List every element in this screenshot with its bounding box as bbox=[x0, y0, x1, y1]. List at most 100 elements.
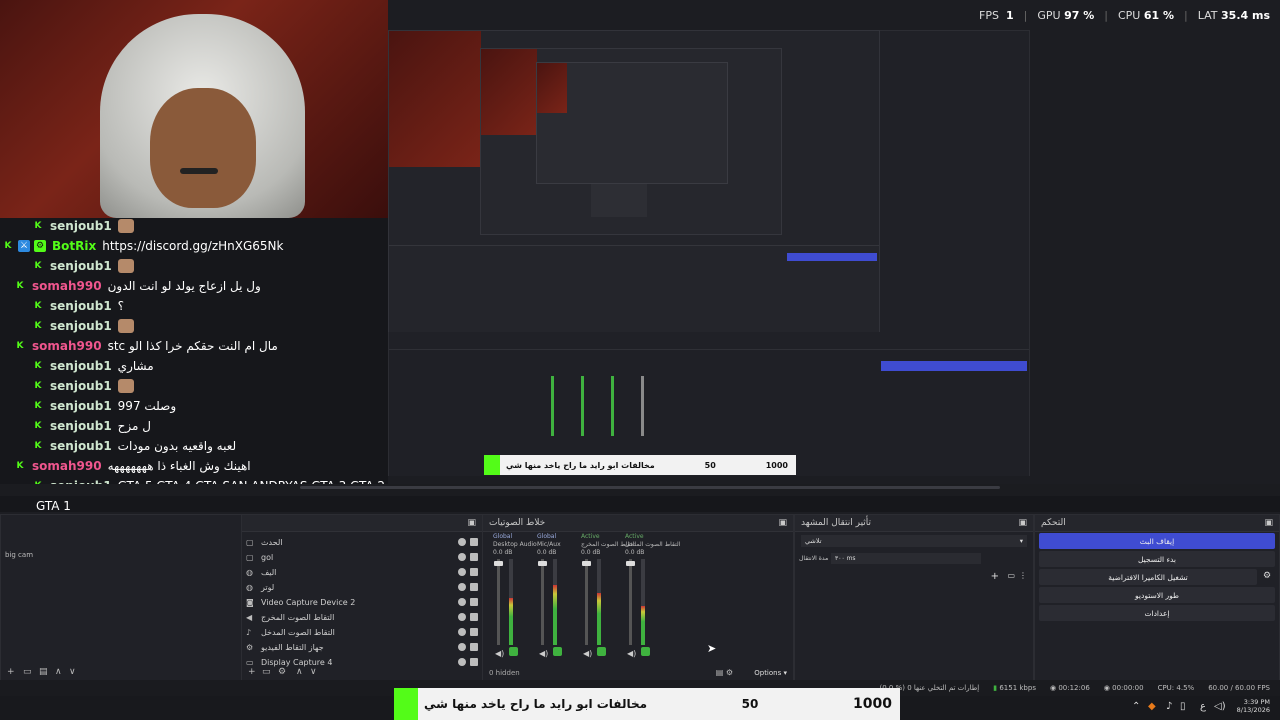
gear-icon: ⚙ bbox=[246, 642, 254, 652]
chat-username[interactable]: senjoub1 bbox=[50, 419, 112, 433]
settings-icon[interactable]: ⚙ bbox=[278, 667, 286, 677]
nested-ticker-message: مخالفات ابو رايد ما راح ياخد منها شي bbox=[506, 460, 655, 470]
visibility-eye-icon[interactable] bbox=[458, 628, 466, 636]
add-source-icon[interactable]: + bbox=[248, 667, 256, 677]
visibility-eye-icon[interactable] bbox=[458, 598, 466, 606]
volume-fader[interactable] bbox=[497, 559, 500, 645]
taskbar-clock[interactable]: 3:39 PM 8/13/2026 bbox=[1237, 698, 1270, 714]
source-label: لوتر bbox=[261, 582, 275, 592]
source-item[interactable]: ◙ Video Capture Device 2 bbox=[246, 595, 478, 609]
fader-knob[interactable] bbox=[538, 561, 547, 566]
tray-chevron-icon[interactable]: ⌃ bbox=[1132, 701, 1140, 712]
lock-icon[interactable] bbox=[470, 598, 478, 606]
chat-username[interactable]: senjoub1 bbox=[50, 359, 112, 373]
lock-icon[interactable] bbox=[470, 643, 478, 651]
chat-username[interactable]: senjoub1 bbox=[50, 259, 112, 273]
volume-fader[interactable] bbox=[541, 559, 544, 645]
settings-button[interactable]: إعدادات bbox=[1039, 605, 1275, 621]
monitor-icon[interactable] bbox=[597, 647, 606, 656]
studio-mode-button[interactable]: طور الاستوديو bbox=[1039, 587, 1275, 603]
add-transition-icon[interactable]: + bbox=[991, 571, 999, 582]
volume-icon[interactable]: ◁) bbox=[1214, 701, 1226, 712]
mixer-layout-icon[interactable]: ▤ ⚙ bbox=[716, 668, 733, 677]
cpu-stat: CPU 61 % bbox=[1117, 8, 1175, 22]
source-item[interactable]: ◍ لوتر bbox=[246, 580, 478, 594]
lock-icon[interactable] bbox=[470, 628, 478, 636]
start-recording-button[interactable]: بدء التسجيل bbox=[1039, 551, 1275, 567]
lock-icon[interactable] bbox=[470, 553, 478, 561]
visibility-eye-icon[interactable] bbox=[458, 538, 466, 546]
chat-username[interactable]: senjoub1 bbox=[50, 379, 112, 393]
keyboard-icon[interactable]: ع bbox=[1200, 701, 1206, 712]
mixer-options-button[interactable]: Options ▾ bbox=[754, 669, 787, 677]
chat-username[interactable]: senjoub1 bbox=[50, 299, 112, 313]
app-tray-icon[interactable]: ◆ bbox=[1148, 701, 1156, 712]
panel-close-icon[interactable]: ▣ bbox=[467, 515, 476, 531]
lock-icon[interactable] bbox=[470, 583, 478, 591]
move-up-icon[interactable]: ∧ bbox=[296, 667, 303, 677]
chat-username[interactable]: somah990 bbox=[32, 279, 102, 293]
source-item[interactable]: ▢ الحدث bbox=[246, 535, 478, 549]
source-label: التقاط الصوت المخرج bbox=[261, 612, 335, 622]
preview-scroll-thumb[interactable] bbox=[300, 486, 1000, 489]
trash-icon[interactable]: ▭ bbox=[1007, 571, 1015, 580]
transitions-panel: تأثير انتقال المشهد ▣ تلاشي ▾ مدة الانتقال… bbox=[794, 514, 1034, 682]
visibility-eye-icon[interactable] bbox=[458, 613, 466, 621]
lock-icon[interactable] bbox=[470, 568, 478, 576]
mute-icon[interactable]: ◀) bbox=[627, 649, 636, 658]
stop-streaming-button[interactable]: إيقاف البث bbox=[1039, 533, 1275, 549]
visibility-eye-icon[interactable] bbox=[458, 658, 466, 666]
volume-fader[interactable] bbox=[585, 559, 588, 645]
chat-username[interactable]: somah990 bbox=[32, 459, 102, 473]
chat-username[interactable]: BotRix bbox=[52, 239, 96, 253]
lock-icon[interactable] bbox=[470, 538, 478, 546]
move-up-icon[interactable]: ∧ bbox=[55, 667, 62, 677]
lock-icon[interactable] bbox=[470, 658, 478, 666]
trash-icon[interactable]: ▭ bbox=[262, 667, 271, 677]
visibility-eye-icon[interactable] bbox=[458, 553, 466, 561]
source-item[interactable]: ◍ اليف bbox=[246, 565, 478, 579]
lock-icon[interactable] bbox=[470, 613, 478, 621]
scene-item[interactable]: big cam bbox=[5, 551, 33, 559]
monitor-icon[interactable] bbox=[553, 647, 562, 656]
mute-icon[interactable]: ◀) bbox=[495, 649, 504, 658]
emote-icon bbox=[117, 319, 134, 333]
duration-input[interactable]: ٣٠٠ ms bbox=[831, 553, 981, 564]
source-item[interactable]: ▢ gol bbox=[246, 550, 478, 564]
chat-username[interactable]: somah990 bbox=[32, 339, 102, 353]
fader-knob[interactable] bbox=[626, 561, 635, 566]
virtual-camera-gear-icon[interactable]: ⚙ bbox=[1263, 571, 1271, 581]
mute-icon[interactable]: ◀) bbox=[539, 649, 548, 658]
trash-icon[interactable]: ▭ bbox=[23, 667, 32, 677]
filter-icon[interactable]: ▤ bbox=[39, 667, 48, 677]
visibility-eye-icon[interactable] bbox=[458, 643, 466, 651]
more-icon[interactable]: ⋮ bbox=[1019, 571, 1027, 580]
transition-select[interactable]: تلاشي ▾ bbox=[801, 535, 1027, 547]
virtual-camera-button[interactable]: تشغيل الكاميرا الافتراضية bbox=[1039, 569, 1257, 585]
move-down-icon[interactable]: ∨ bbox=[69, 667, 76, 677]
visibility-eye-icon[interactable] bbox=[458, 568, 466, 576]
source-item[interactable]: ◀ التقاط الصوت المخرج bbox=[246, 610, 478, 624]
visibility-eye-icon[interactable] bbox=[458, 583, 466, 591]
record-time: ◉ 00:00:00 bbox=[1103, 684, 1144, 692]
chat-username[interactable]: senjoub1 bbox=[50, 219, 112, 233]
network-icon[interactable]: ▯ bbox=[1180, 701, 1186, 712]
chat-username[interactable]: senjoub1 bbox=[50, 319, 112, 333]
chat-username[interactable]: senjoub1 bbox=[50, 439, 112, 453]
source-item[interactable]: ♪ التقاط الصوت المدخل bbox=[246, 625, 478, 639]
monitor-icon[interactable] bbox=[641, 647, 650, 656]
panel-close-icon[interactable]: ▣ bbox=[778, 515, 787, 531]
source-label: Display Capture 4 bbox=[261, 657, 333, 667]
add-scene-icon[interactable]: + bbox=[7, 667, 15, 677]
move-down-icon[interactable]: ∨ bbox=[310, 667, 317, 677]
fader-knob[interactable] bbox=[494, 561, 503, 566]
monitor-icon[interactable] bbox=[509, 647, 518, 656]
volume-fader[interactable] bbox=[629, 559, 632, 645]
source-item[interactable]: ⚙ جهاز التقاط الفيديو bbox=[246, 640, 478, 654]
panel-close-icon[interactable]: ▣ bbox=[1264, 515, 1273, 531]
fader-knob[interactable] bbox=[582, 561, 591, 566]
mute-icon[interactable]: ◀) bbox=[583, 649, 592, 658]
mic-icon[interactable]: ♪ bbox=[1166, 701, 1172, 712]
chat-username[interactable]: senjoub1 bbox=[50, 399, 112, 413]
panel-close-icon[interactable]: ▣ bbox=[1018, 515, 1027, 531]
